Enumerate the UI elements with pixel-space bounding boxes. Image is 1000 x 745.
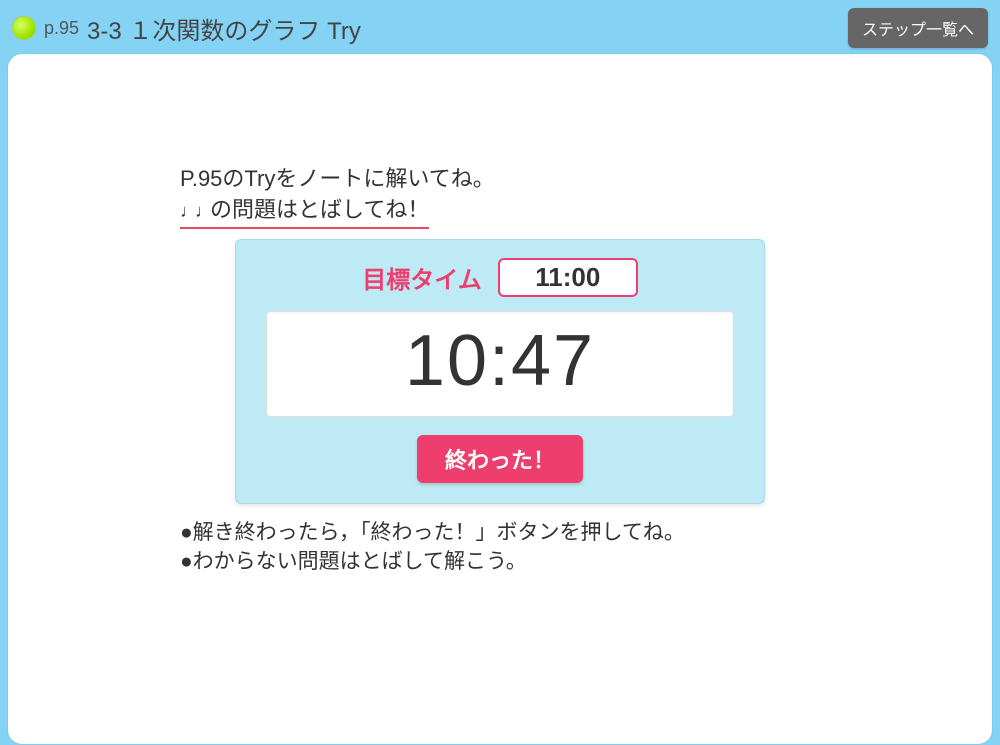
footnotes: ●解き終わったら，「終わった！」ボタンを押してね。 ●わからない問題はとばして解… bbox=[180, 518, 820, 577]
footnote-line1: ●解き終わったら，「終わった！」ボタンを押してね。 bbox=[180, 518, 820, 547]
instruction-skip: ♩♩の問題はとばしてね！ bbox=[180, 195, 429, 229]
target-row: 目標タイム 11:00 bbox=[266, 258, 734, 297]
done-button[interactable]: 終わった！ bbox=[417, 435, 583, 483]
timer-panel: 目標タイム 11:00 10:47 終わった！ bbox=[235, 239, 765, 504]
instruction-text: P.95のTryをノートに解いてね。 ♩♩の問題はとばしてね！ bbox=[180, 164, 820, 229]
target-time-label: 目標タイム bbox=[362, 260, 482, 295]
page-ref: p.95 bbox=[44, 18, 79, 39]
header: p.95 3-3 １次関数のグラフ Try ステップ一覧へ bbox=[8, 8, 992, 54]
step-list-button[interactable]: ステップ一覧へ bbox=[848, 8, 988, 48]
target-time-value: 11:00 bbox=[498, 258, 638, 297]
header-left: p.95 3-3 １次関数のグラフ Try bbox=[12, 11, 361, 46]
content: P.95のTryをノートに解いてね。 ♩♩の問題はとばしてね！ 目標タイム 11… bbox=[180, 164, 820, 576]
music-note-icon: ♩♩ bbox=[180, 201, 210, 221]
footnote-line2: ●わからない問題はとばして解こう。 bbox=[180, 547, 820, 576]
elapsed-time-value: 10:47 bbox=[307, 320, 693, 402]
main-card: P.95のTryをノートに解いてね。 ♩♩の問題はとばしてね！ 目標タイム 11… bbox=[8, 54, 992, 744]
instruction-line2: の問題はとばしてね！ bbox=[210, 197, 429, 222]
page-title: 3-3 １次関数のグラフ Try bbox=[87, 11, 361, 46]
status-dot-icon bbox=[12, 16, 36, 40]
instruction-line1: P.95のTryをノートに解いてね。 bbox=[180, 164, 820, 195]
elapsed-time-box: 10:47 bbox=[266, 311, 734, 417]
